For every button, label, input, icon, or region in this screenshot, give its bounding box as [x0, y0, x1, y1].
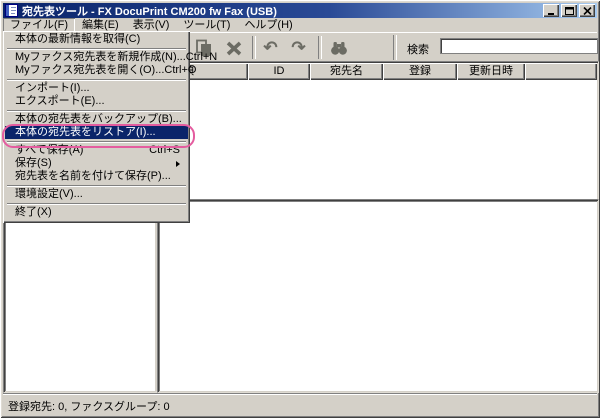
menu-item-shortcut: Ctrl+N — [185, 51, 218, 63]
menu-item-label: 終了(X) — [15, 206, 52, 218]
undo-icon: ↶ — [263, 38, 278, 57]
column-header-row: 種類 ID 宛先名 登録 更新日時 — [159, 63, 597, 80]
menu-item-label: すべて保存(A) — [15, 144, 84, 156]
column-header-registered[interactable]: 登録 — [383, 63, 457, 80]
menubar-item-edit[interactable]: 編集(E) — [75, 18, 126, 32]
menu-item-label: 環境設定(V)... — [15, 188, 83, 200]
address-list-pane: 種類 ID 宛先名 登録 更新日時 — [157, 61, 599, 201]
find-button[interactable] — [326, 36, 351, 60]
column-header-id[interactable]: ID — [248, 63, 310, 80]
menu-item-save-as[interactable]: 宛先表を名前を付けて保存(P)... — [5, 170, 188, 183]
menu-item-label: エクスポート(E)... — [15, 95, 105, 107]
app-window: 宛先表ツール - FX DocuPrint CM200 fw Fax (USB)… — [0, 0, 600, 418]
menu-item-open-myfax-list[interactable]: Myファクス宛先表を開く(O)... Ctrl+O — [5, 64, 196, 77]
menu-item-label: 本体の最新情報を取得(C) — [15, 33, 141, 45]
menu-item-exit[interactable]: 終了(X) — [5, 206, 188, 219]
menu-item-get-latest-info[interactable]: 本体の最新情報を取得(C) — [5, 33, 188, 46]
redo-icon: ↷ — [291, 38, 306, 57]
column-header-updated[interactable]: 更新日時 — [457, 63, 525, 80]
status-text: 登録宛先: 0, ファクスグループ: 0 — [8, 401, 170, 413]
menubar-item-help[interactable]: ヘルプ(H) — [237, 18, 299, 32]
window-title: 宛先表ツール - FX DocuPrint CM200 fw Fax (USB) — [22, 5, 277, 18]
menu-item-backup-device-list[interactable]: 本体の宛先表をバックアップ(B)... — [5, 113, 188, 126]
menu-item-import[interactable]: インポート(I)... — [5, 82, 188, 95]
menu-item-shortcut: Ctrl+O — [164, 64, 197, 76]
status-bar: 登録宛先: 0, ファクスグループ: 0 — [3, 393, 597, 415]
menu-item-restore-device-list[interactable]: 本体の宛先表をリストア(I)... — [5, 126, 188, 139]
minimize-button[interactable] — [543, 4, 559, 17]
redo-button[interactable]: ↷ — [286, 36, 311, 60]
submenu-arrow-icon — [176, 160, 180, 167]
menu-item-save-all[interactable]: すべて保存(A) Ctrl+S — [5, 144, 188, 157]
window-controls — [543, 4, 595, 17]
search-label: 検索 — [407, 44, 429, 56]
menu-item-save[interactable]: 保存(S) — [5, 157, 188, 170]
delete-button[interactable] — [221, 36, 246, 60]
find-icon — [329, 38, 349, 58]
menu-bar: ファイル(F) 編集(E) 表示(V) ツール(T) ヘルプ(H) — [3, 18, 597, 32]
search-input[interactable] — [441, 39, 597, 53]
column-header-blank[interactable] — [525, 63, 597, 80]
menu-item-label: 宛先表を名前を付けて保存(P)... — [15, 170, 171, 182]
delete-icon — [224, 38, 244, 58]
menubar-item-file[interactable]: ファイル(F) — [3, 18, 75, 32]
maximize-button[interactable] — [561, 4, 577, 17]
menu-item-label: 保存(S) — [15, 157, 52, 169]
undo-button[interactable]: ↶ — [258, 36, 283, 60]
menubar-item-tools[interactable]: ツール(T) — [176, 18, 237, 32]
menubar-item-view[interactable]: 表示(V) — [126, 18, 177, 32]
toolbar-separator — [252, 36, 256, 59]
menu-item-new-myfax-list[interactable]: Myファクス宛先表を新規作成(N)... Ctrl+N — [5, 51, 217, 64]
toolbar-separator — [318, 36, 322, 59]
column-header-name[interactable]: 宛先名 — [310, 63, 383, 80]
fax-group-pane — [157, 199, 599, 393]
toolbar-separator — [393, 35, 397, 60]
menu-item-export[interactable]: エクスポート(E)... — [5, 95, 188, 108]
menu-item-label: Myファクス宛先表を新規作成(N)... — [15, 51, 186, 63]
menu-item-shortcut: Ctrl+S — [149, 144, 180, 156]
menu-item-preferences[interactable]: 環境設定(V)... — [5, 188, 188, 201]
title-bar: 宛先表ツール - FX DocuPrint CM200 fw Fax (USB) — [3, 3, 597, 18]
menu-item-label: 本体の宛先表をバックアップ(B)... — [15, 113, 182, 125]
close-button[interactable] — [579, 4, 595, 17]
app-icon — [5, 4, 18, 17]
menu-item-label: インポート(I)... — [15, 82, 90, 94]
menu-item-label: 本体の宛先表をリストア(I)... — [15, 126, 156, 138]
file-menu-dropdown: 本体の最新情報を取得(C) Myファクス宛先表を新規作成(N)... Ctrl+… — [3, 31, 217, 223]
menu-item-label: Myファクス宛先表を開く(O)... — [15, 64, 165, 76]
